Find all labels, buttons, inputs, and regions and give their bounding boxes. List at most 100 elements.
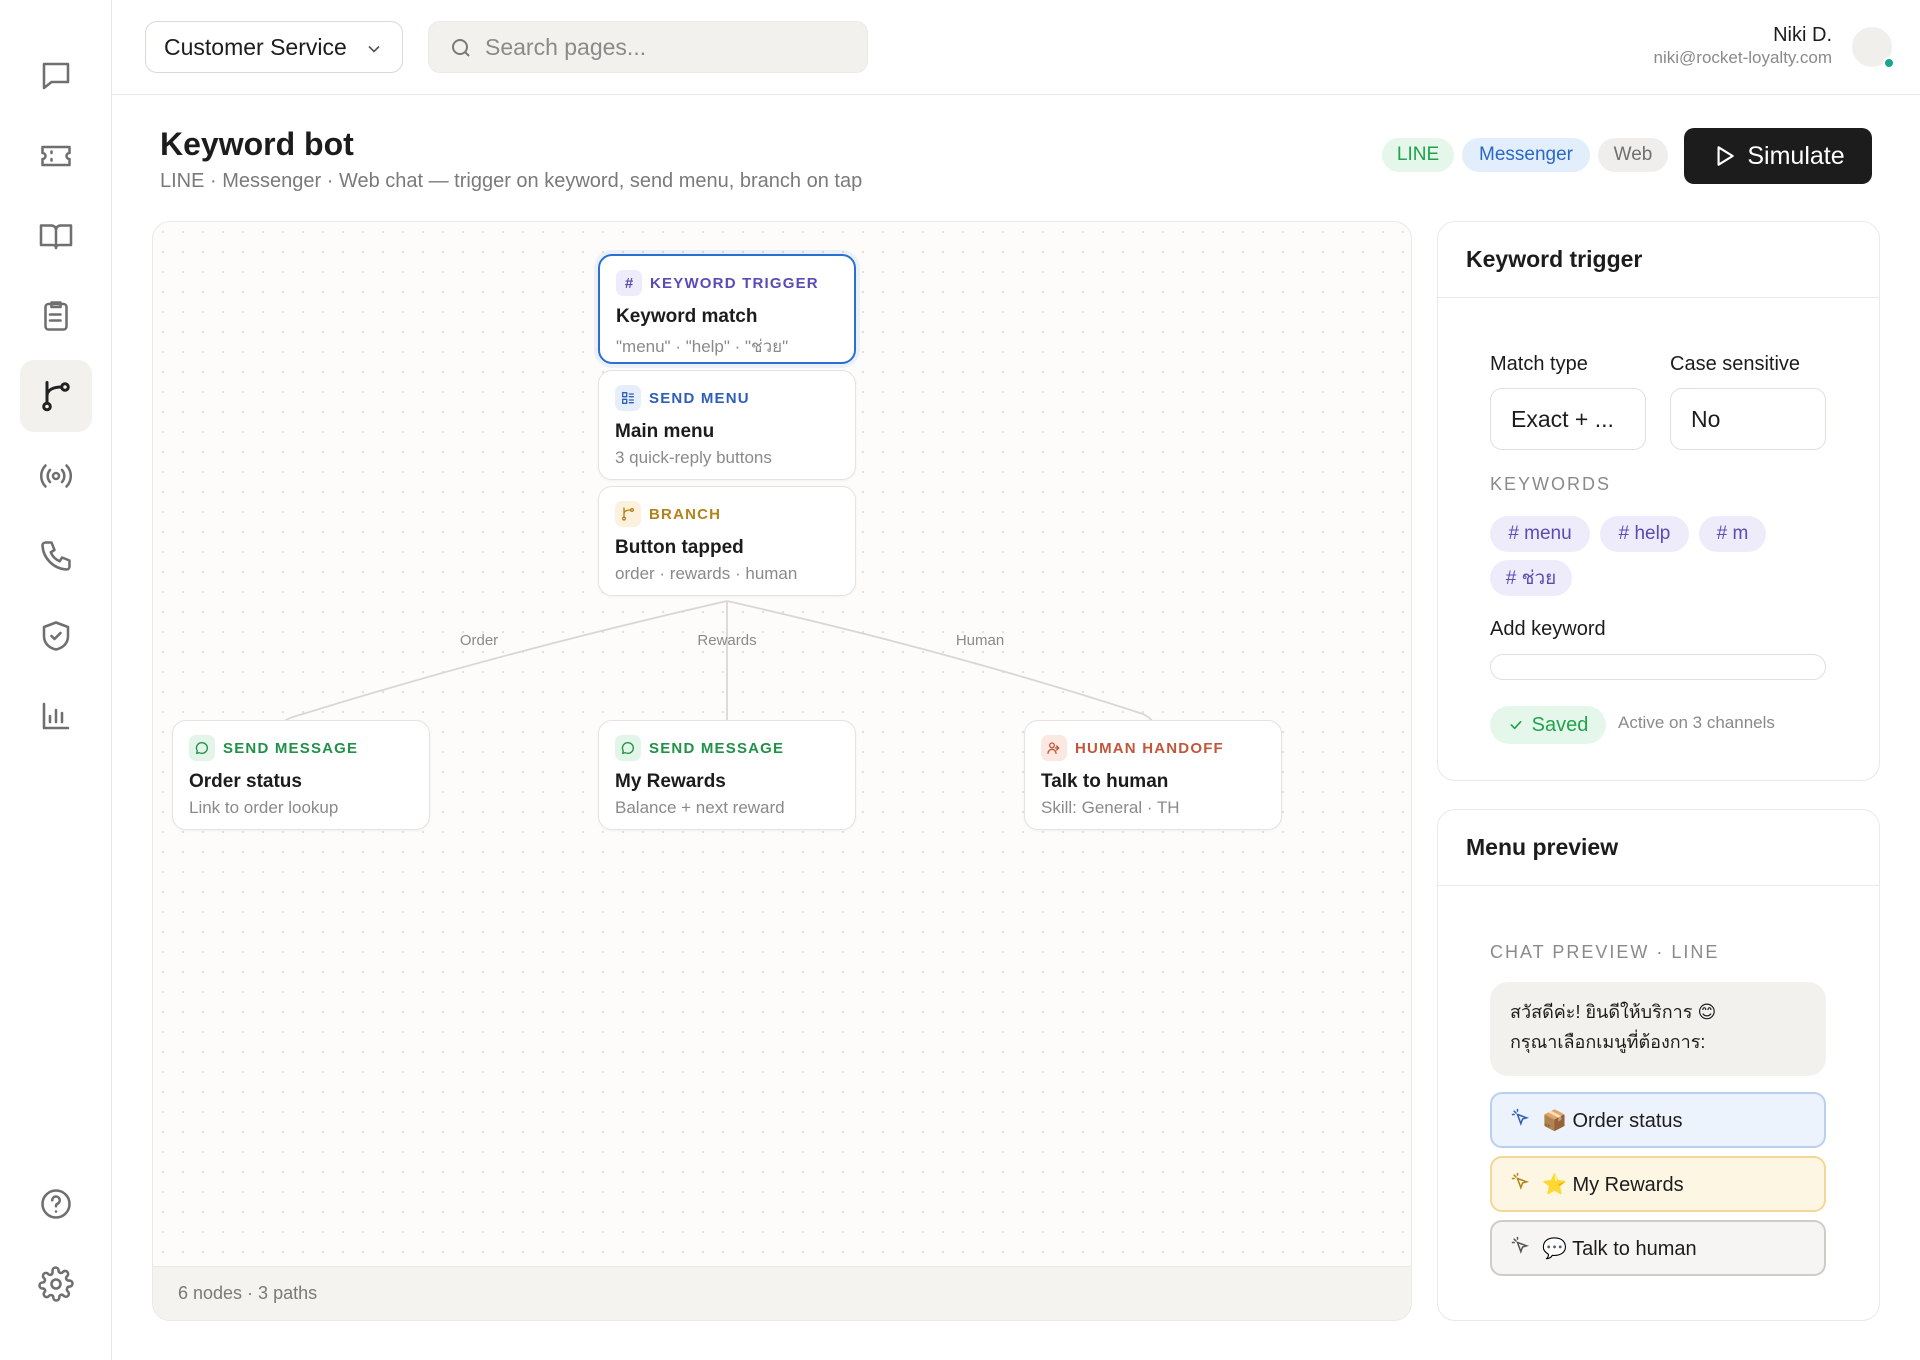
edge-label-human: Human [955,632,1005,649]
quick-reply-label: 💬 Talk to human [1542,1237,1697,1260]
active-channels-note: Active on 3 channels [1618,713,1775,732]
node-type: SEND MESSAGE [649,739,785,757]
add-keyword-input[interactable] [1490,654,1826,680]
simulate-label: Simulate [1747,141,1845,170]
keyword-chip[interactable]: # help [1600,516,1689,552]
quick-reply-label: 📦 Order status [1542,1109,1683,1132]
tap-icon [1510,1107,1530,1133]
branch-icon [615,501,641,527]
search-box [428,21,868,73]
node-subtitle: "menu" · "help" · "ช่วย" [616,337,789,356]
phone-icon [41,541,71,571]
flow-node-send-menu[interactable]: SEND MENU Main menu 3 quick-reply button… [598,370,856,480]
menu-grid-icon [615,385,641,411]
case-sensitive-label: Case sensitive [1670,353,1801,375]
flow-node-keyword-trigger[interactable]: # KEYWORD TRIGGER Keyword match "menu" ·… [598,254,856,364]
node-type: SEND MESSAGE [223,739,359,757]
workspace-select[interactable]: Customer Service [145,21,403,73]
flow-canvas[interactable]: Order Rewards Human # KEYWORD TRIGGER Ke… [152,221,1412,1321]
quick-reply-talk-to-human[interactable]: 💬 Talk to human [1490,1220,1826,1276]
match-type-label: Match type [1490,353,1588,375]
book-icon [39,224,73,250]
help-circle-icon [41,1189,71,1219]
node-title: Keyword match [616,306,758,327]
node-title: Button tapped [615,537,744,558]
nav-analytics[interactable] [20,680,92,752]
bubble-line: กรุณาเลือกเมนูที่ต้องการ: [1510,1032,1706,1052]
chat-icon [42,62,70,90]
node-type: SEND MENU [649,389,750,407]
gear-icon [38,1266,74,1302]
bot-message-bubble: สวัสดีค่ะ! ยินดีให้บริการ 😊 กรุณาเลือกเม… [1490,982,1826,1076]
node-subtitle: 3 quick-reply buttons [615,448,772,467]
nav-help[interactable] [20,1168,92,1240]
nav-broadcast[interactable] [20,440,92,512]
quick-reply-order-status[interactable]: 📦 Order status [1490,1092,1826,1148]
play-icon [1717,146,1735,166]
search-input[interactable] [485,30,855,64]
page-subtitle: LINE · Messenger · Web chat — trigger on… [160,170,863,192]
menu-preview-panel: Menu preview CHAT PREVIEW · LINE สวัสดีค… [1437,809,1880,1321]
broadcast-icon [39,464,73,488]
nav-tasks[interactable] [20,280,92,352]
user-info: Niki D. niki@rocket-loyalty.com [1654,24,1832,68]
simulate-button[interactable]: Simulate [1684,128,1872,184]
edge-label-order: Order [459,632,499,649]
chevron-down-icon [364,38,384,58]
node-type: KEYWORD TRIGGER [650,274,819,292]
inspector-title: Keyword trigger [1438,222,1879,298]
keyword-chip[interactable]: # ช่วย [1490,560,1572,596]
online-status-dot [1883,57,1895,69]
canvas-footer: 6 nodes · 3 paths [153,1266,1411,1320]
avatar[interactable] [1852,27,1895,69]
hash-icon: # [616,270,642,296]
add-keyword-label: Add keyword [1490,618,1606,640]
nav-security[interactable] [20,600,92,672]
nav-flows[interactable] [20,360,92,432]
nav-calls[interactable] [20,520,92,592]
ticket-icon [41,145,71,167]
saved-label: Saved [1531,713,1589,736]
edge-label-rewards: Rewards [697,632,757,649]
clipboard-icon [44,301,68,331]
inspector-panel: Keyword trigger Match type Case sensitiv… [1437,221,1880,781]
nav-inbox[interactable] [20,40,92,112]
node-title: Main menu [615,421,715,442]
node-type: BRANCH [649,505,722,523]
channel-chip-web[interactable]: Web [1598,138,1668,172]
nav-settings[interactable] [20,1248,92,1320]
case-sensitive-value: No [1691,405,1721,432]
node-subtitle: Skill: General · TH [1041,798,1180,817]
channel-chip-messenger[interactable]: Messenger [1462,138,1590,172]
search-icon [449,36,473,60]
user-handoff-icon [1041,735,1067,761]
workspace-label: Customer Service [164,33,347,60]
tap-icon [1510,1171,1530,1197]
check-icon [1510,720,1522,730]
nav-knowledge[interactable] [20,200,92,272]
flow-node-order-status[interactable]: SEND MESSAGE Order status Link to order … [172,720,430,830]
preview-title: Menu preview [1438,810,1879,886]
flow-node-branch[interactable]: BRANCH Button tapped order · rewards · h… [598,486,856,596]
quick-reply-label: ⭐ My Rewards [1542,1173,1684,1196]
keyword-chip[interactable]: # m [1699,516,1766,552]
keyword-chip[interactable]: # menu [1490,516,1590,552]
node-subtitle: order · rewards · human [615,564,798,583]
quick-reply-my-rewards[interactable]: ⭐ My Rewards [1490,1156,1826,1212]
top-bar: Customer Service Niki D. niki@rocket-loy… [112,0,1920,95]
nav-tickets[interactable] [20,120,92,192]
shield-check-icon [42,621,70,651]
sidebar-rail [0,0,112,1360]
flow-node-human-handoff[interactable]: HUMAN HANDOFF Talk to human Skill: Gener… [1024,720,1282,830]
node-subtitle: Link to order lookup [189,798,339,817]
channel-chip-line[interactable]: LINE [1382,138,1454,172]
flow-node-my-rewards[interactable]: SEND MESSAGE My Rewards Balance + next r… [598,720,856,830]
node-title: Talk to human [1041,771,1169,792]
flow-stats: 6 nodes · 3 paths [178,1283,318,1303]
node-subtitle: Balance + next reward [615,798,785,817]
match-type-select[interactable]: Exact + ... [1490,388,1646,450]
tap-icon [1510,1235,1530,1261]
case-sensitive-select[interactable]: No [1670,388,1826,450]
page-title: Keyword bot [160,126,354,162]
match-type-value: Exact + ... [1511,405,1614,432]
